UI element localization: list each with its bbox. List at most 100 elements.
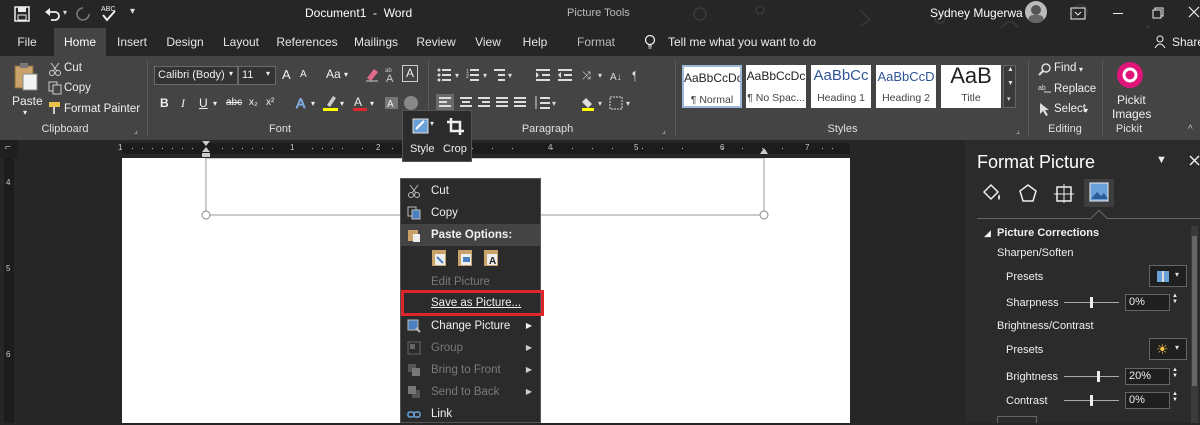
restore-icon[interactable] [1152,7,1164,19]
fill-line-icon[interactable] [981,183,1003,203]
brightness-slider-track[interactable] [1064,376,1119,377]
replace-button[interactable]: Replace [1054,83,1096,95]
ribbon-display-options-icon[interactable] [1070,7,1086,21]
tab-format[interactable]: Format [566,28,626,56]
text-effects-dropdown-icon[interactable]: ▾ [311,99,315,108]
undo-dropdown-icon[interactable]: ▾ [63,8,67,17]
grow-font-button[interactable]: A [282,67,291,82]
enclose-characters-icon[interactable] [404,96,418,110]
styles-launcher-icon[interactable]: ⌟ [1016,126,1020,135]
menu-item-link[interactable]: Link [401,403,540,425]
brightness-spinner-icon[interactable]: ▲ ▼ [1172,367,1178,379]
color-presets-button[interactable] [997,416,1037,423]
shrink-font-button[interactable]: A [300,69,307,80]
tab-home[interactable]: Home [54,28,106,56]
style-title[interactable]: AaB Title [941,63,1001,108]
format-painter-button[interactable]: Format Painter [64,103,140,115]
subscript-button[interactable]: x₂ [249,97,258,108]
tab-layout[interactable]: Layout [216,28,266,56]
style-no-spacing[interactable]: AaBbCcDc ¶ No Spac... [746,65,806,108]
style-heading-1[interactable]: AaBbCc Heading 1 [811,65,871,108]
brightness-input[interactable]: 20% [1125,368,1170,385]
pane-scrollbar[interactable] [1191,226,1198,423]
style-heading-2[interactable]: AaBbCcD Heading 2 [876,65,936,108]
minimize-icon[interactable] [1113,13,1123,14]
style-normal[interactable]: AaBbCcDc ¶ Normal [682,65,742,108]
customize-qat-icon[interactable]: ▾ [130,6,135,17]
spelling-check-icon[interactable]: ABC [100,3,118,23]
contrast-spinner-icon[interactable]: ▲ ▼ [1172,391,1178,403]
share-icon[interactable] [1154,35,1168,49]
menu-item-copy[interactable]: Copy [401,202,540,224]
tab-mailings[interactable]: Mailings [348,28,404,56]
tab-references[interactable]: References [272,28,342,56]
select-dropdown-icon[interactable]: ▾ [1084,106,1088,115]
styles-gallery-scroll[interactable]: ▲ ▼ ▾ [1003,65,1016,108]
share-button[interactable]: Share [1172,35,1200,49]
picture-tab[interactable] [1084,179,1114,207]
font-color-dropdown-icon[interactable]: ▾ [370,99,374,108]
paste-keep-formatting-icon[interactable] [430,248,450,268]
menu-item-cut[interactable]: Cut [401,180,540,202]
pickit-images-button[interactable]: Pickit [1117,93,1146,107]
tab-selector[interactable]: ⌐ [0,140,18,158]
menu-item-change-picture[interactable]: Change Picture ▶ [401,315,540,337]
clear-formatting-icon[interactable] [364,66,380,82]
select-button[interactable]: Select [1054,103,1086,115]
brightness-slider-thumb[interactable] [1097,371,1100,382]
phonetic-guide-icon[interactable]: abA [384,65,400,83]
size-properties-icon[interactable] [1053,183,1075,203]
character-shading-icon[interactable]: A [384,96,400,110]
crop-icon[interactable] [446,117,466,137]
sharpness-input[interactable]: 0% [1125,294,1170,311]
right-indent-marker-icon[interactable] [759,147,769,155]
font-family-select[interactable]: Calibri (Body) [154,66,238,85]
pane-close-icon[interactable] [1188,154,1200,166]
highlight-dropdown-icon[interactable]: ▾ [340,99,344,108]
contrast-slider-thumb[interactable] [1090,395,1093,406]
save-icon[interactable] [14,6,30,22]
indent-marker-icon[interactable] [201,140,211,158]
paste-text-only-icon[interactable]: A [482,248,502,268]
italic-button[interactable]: I [181,96,185,111]
undo-icon[interactable] [44,6,60,22]
clipboard-launcher-icon[interactable]: ⌟ [134,126,138,135]
font-color-icon[interactable]: A [352,94,368,112]
brightness-presets-button[interactable]: ☀ ▾ [1149,338,1187,360]
style-button[interactable]: Style [410,143,434,155]
paragraph-launcher-icon[interactable]: ⌟ [662,126,666,135]
sharpness-slider-thumb[interactable] [1090,297,1093,308]
paste-icon[interactable] [12,62,40,92]
underline-button[interactable]: U [199,96,208,110]
tab-review[interactable]: Review [410,28,462,56]
sharpness-spinner-icon[interactable]: ▲ ▼ [1172,293,1178,305]
find-dropdown-icon[interactable]: ▾ [1079,65,1083,74]
text-effects-icon[interactable]: A [294,94,312,112]
avatar[interactable] [1025,1,1047,23]
strikethrough-button[interactable]: abc [226,97,242,108]
tab-insert[interactable]: Insert [110,28,154,56]
tab-help[interactable]: Help [514,28,556,56]
paste-button[interactable]: Paste [12,94,43,108]
crop-button[interactable]: Crop [443,143,467,155]
effects-pentagon-icon[interactable] [1017,183,1039,203]
paste-dropdown-icon[interactable]: ▾ [23,108,27,117]
pane-options-icon[interactable]: ▼ [1156,154,1167,166]
highlight-icon[interactable] [322,94,340,112]
pickit-logo-icon[interactable] [1116,61,1144,89]
bold-button[interactable]: B [160,96,169,110]
copy-button[interactable]: Copy [64,82,91,94]
collapse-ribbon-icon[interactable]: ^ [1188,124,1193,135]
tab-design[interactable]: Design [160,28,210,56]
tell-me-input[interactable]: Tell me what you want to do [668,35,816,49]
close-icon[interactable] [1188,6,1200,18]
contrast-input[interactable]: 0% [1125,392,1170,409]
change-case-dropdown-icon[interactable]: ▾ [344,70,348,79]
change-case-button[interactable]: Aa [326,67,341,81]
paste-picture-icon[interactable] [456,248,476,268]
cut-button[interactable]: Cut [64,62,82,74]
section-collapse-icon[interactable]: ◢ [984,228,991,239]
font-size-dropdown-icon[interactable]: ▾ [266,69,270,78]
font-family-dropdown-icon[interactable]: ▾ [229,69,233,78]
tab-view[interactable]: View [468,28,508,56]
